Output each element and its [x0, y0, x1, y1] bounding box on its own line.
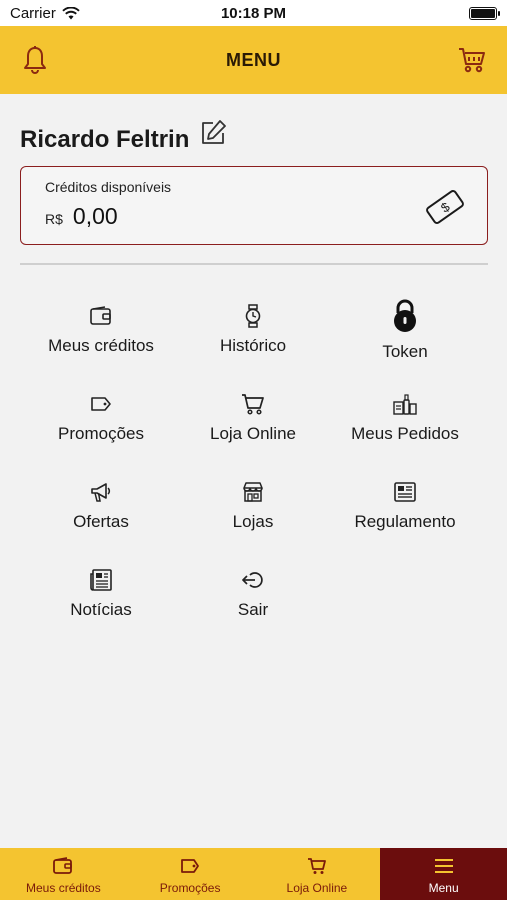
menu-item-ofertas[interactable]: Ofertas [25, 472, 177, 560]
menu-item-label: Sair [237, 600, 269, 619]
newspaper-icon [89, 568, 113, 592]
status-left: Carrier [10, 5, 80, 22]
tab-label: Loja Online [286, 881, 348, 895]
menu-item-regulamento[interactable]: Regulamento [329, 472, 481, 560]
menu-grid: Meus créditos Histórico Token Promoções … [25, 296, 481, 648]
credits-label: Créditos disponíveis [45, 179, 172, 195]
money-icon: $ [425, 187, 465, 227]
menu-item-label: Loja Online [209, 424, 296, 443]
tab-promocoes[interactable]: Promoções [127, 848, 254, 900]
menu-item-promocoes[interactable]: Promoções [25, 384, 177, 472]
wifi-icon [62, 6, 80, 19]
wallet-icon [52, 856, 74, 876]
menu-item-label: Lojas [232, 512, 274, 531]
credits-amount: 0,00 [72, 203, 118, 229]
menu-item-meus-pedidos[interactable]: Meus Pedidos [329, 384, 481, 472]
orders-icon [393, 392, 417, 416]
cart-icon[interactable] [455, 43, 489, 77]
currency-symbol: R$ [45, 211, 63, 227]
tag-icon [89, 392, 113, 416]
credits-balance: R$ 0,00 [45, 203, 463, 230]
tab-menu[interactable]: Menu [380, 848, 507, 900]
megaphone-icon [89, 480, 113, 504]
battery-icon [469, 6, 500, 20]
menu-item-meus-creditos[interactable]: Meus créditos [25, 296, 177, 384]
menu-item-token[interactable]: Token [329, 296, 481, 384]
divider [20, 263, 488, 265]
user-name: Ricardo Feltrin [20, 126, 190, 153]
tab-label: Promoções [159, 881, 221, 895]
menu-item-label: Promoções [58, 424, 144, 443]
tab-label: Meus créditos [26, 881, 101, 895]
wallet-icon [89, 304, 113, 328]
document-icon [393, 480, 417, 504]
menu-item-label: Token [382, 342, 428, 361]
edit-icon[interactable] [199, 119, 227, 147]
menu-item-historico[interactable]: Histórico [177, 296, 329, 384]
menu-item-label: Meus Pedidos [351, 424, 459, 443]
credits-card[interactable]: Créditos disponíveis R$ 0,00 $ [20, 166, 488, 245]
tab-loja-online[interactable]: Loja Online [254, 848, 381, 900]
status-bar: Carrier 10:18 PM [0, 0, 507, 26]
menu-item-sair[interactable]: Sair [177, 560, 329, 648]
bell-icon[interactable] [18, 43, 52, 77]
bottom-tab-bar: Meus créditos Promoções Loja Online Menu [0, 848, 507, 900]
menu-item-label: Regulamento [354, 512, 456, 531]
cart-icon [241, 392, 265, 416]
menu-item-noticias[interactable]: Notícias [25, 560, 177, 648]
lock-icon [391, 298, 419, 334]
watch-icon [241, 304, 265, 328]
menu-icon [433, 856, 455, 876]
tag-icon [179, 856, 201, 876]
store-icon [241, 480, 265, 504]
carrier-label: Carrier [10, 4, 56, 22]
menu-item-label: Histórico [219, 336, 287, 355]
logout-icon [241, 568, 265, 592]
menu-item-label: Ofertas [73, 512, 129, 531]
page-title: MENU [226, 49, 281, 70]
tab-label: Menu [428, 881, 459, 895]
tab-meus-creditos[interactable]: Meus créditos [0, 848, 127, 900]
header: MENU [0, 26, 507, 94]
menu-item-label: Meus créditos [48, 336, 154, 355]
profile-section: Ricardo Feltrin [20, 112, 227, 154]
menu-item-label: Notícias [70, 600, 132, 619]
menu-item-loja-online[interactable]: Loja Online [177, 384, 329, 472]
menu-item-lojas[interactable]: Lojas [177, 472, 329, 560]
cart-icon [306, 856, 328, 876]
